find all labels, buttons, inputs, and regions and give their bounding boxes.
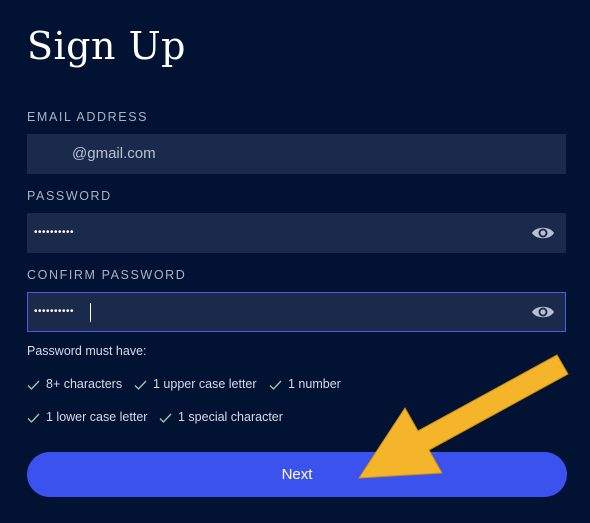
check-icon bbox=[159, 413, 172, 423]
email-value: @gmail.com bbox=[72, 145, 156, 162]
requirement-label: 1 lower case letter bbox=[46, 410, 148, 424]
requirement-item: 8+ characters bbox=[27, 377, 122, 391]
password-field[interactable]: •••••••••• bbox=[27, 213, 566, 253]
requirement-label: 8+ characters bbox=[46, 377, 123, 391]
eye-icon[interactable] bbox=[531, 223, 555, 243]
text-cursor bbox=[90, 303, 91, 322]
requirement-item: 1 lower case letter bbox=[27, 410, 147, 424]
password-value: •••••••••• bbox=[34, 227, 75, 238]
check-icon bbox=[134, 380, 147, 390]
requirement-label: 1 upper case letter bbox=[153, 377, 257, 391]
email-field[interactable]: @gmail.com bbox=[27, 134, 566, 174]
page-title: Sign Up bbox=[27, 24, 186, 68]
confirm-password-label: CONFIRM PASSWORD bbox=[27, 268, 187, 282]
check-icon bbox=[27, 380, 40, 390]
annotation-arrow bbox=[358, 354, 569, 479]
requirement-item: 1 upper case letter bbox=[134, 377, 257, 391]
check-icon bbox=[269, 380, 282, 390]
confirm-password-value: •••••••••• bbox=[34, 306, 75, 317]
eye-icon[interactable] bbox=[531, 302, 555, 322]
confirm-password-field[interactable]: •••••••••• bbox=[27, 292, 566, 332]
password-label: PASSWORD bbox=[27, 189, 112, 203]
next-button[interactable]: Next bbox=[27, 452, 567, 497]
requirement-label: 1 number bbox=[288, 377, 341, 391]
requirement-item: 1 special character bbox=[159, 410, 283, 424]
requirement-item: 1 number bbox=[269, 377, 341, 391]
password-requirements-heading: Password must have: bbox=[27, 344, 147, 358]
requirement-label: 1 special character bbox=[178, 410, 283, 424]
email-label: EMAIL ADDRESS bbox=[27, 110, 149, 124]
check-icon bbox=[27, 413, 40, 423]
